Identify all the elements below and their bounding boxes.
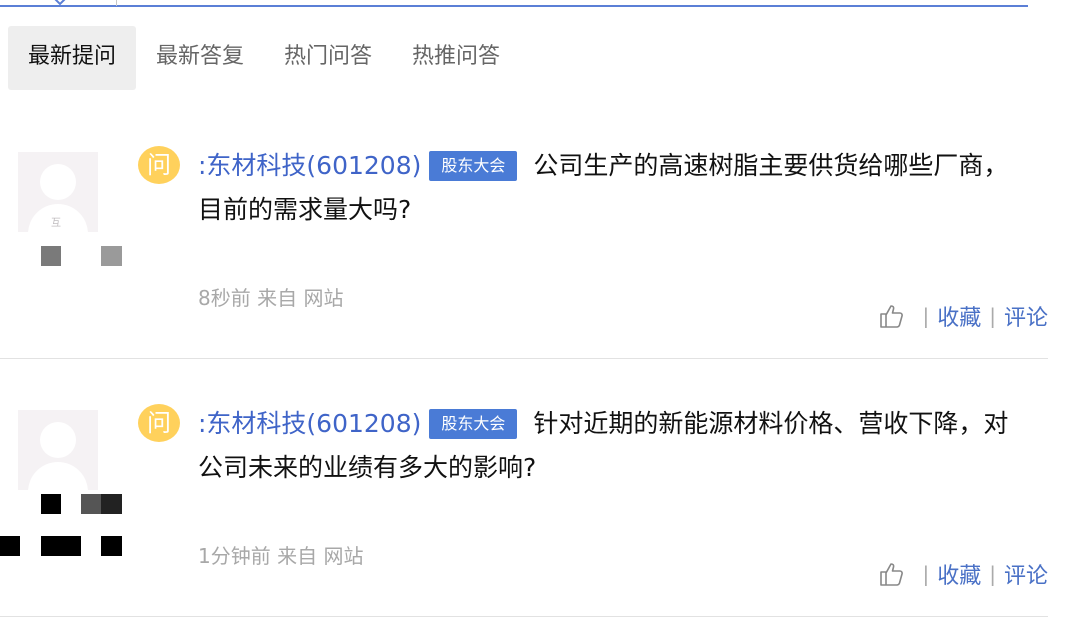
question-bubble-icon: 问 [138,404,180,442]
thumbs-up-icon[interactable] [878,303,904,329]
action-separator: | [922,304,930,328]
question-item: 互 问 :东材科技(601208) 股东大会 公司生产的高速树脂主要供货给哪些厂商，… [0,100,1048,359]
pixelated-username [101,536,122,556]
tab-latest-questions[interactable]: 最新提问 [8,26,137,90]
post-time: 8秒前 [198,286,251,310]
dropdown-caret-icon [54,0,66,6]
top-tick-divider [116,0,117,6]
question-bubble-icon: 问 [138,146,180,184]
company-link[interactable]: :东材科技(601208) [198,151,421,180]
question-actions: | 收藏 | 评论 [878,300,1048,332]
user-avatar-icon[interactable]: 互 [18,152,98,232]
pixelated-username [0,536,20,556]
shareholder-meeting-tag[interactable]: 股东大会 [429,409,518,439]
question-actions: | 收藏 | 评论 [878,558,1048,590]
question-tabs: 最新提问 最新答复 热门问答 热推问答 [8,26,520,90]
pixelated-username [41,246,61,266]
tab-hot-qa[interactable]: 热门问答 [264,26,392,90]
action-separator: | [922,562,930,586]
thumbs-up-icon[interactable] [878,561,904,587]
tab-recommended-qa[interactable]: 热推问答 [392,26,520,90]
avatar-watermark: 互 [51,218,61,229]
comment-link[interactable]: 评论 [1004,300,1048,332]
pixelated-username [101,246,122,266]
pixelated-username [41,494,61,514]
comment-link[interactable]: 评论 [1004,558,1048,590]
pixelated-username [81,494,101,514]
action-separator: | [989,304,996,328]
question-item: 问 :东材科技(601208) 股东大会 针对近期的新能源材料价格、营收下降，对公司… [0,358,1048,617]
post-source: 来自 网站 [277,544,364,568]
question-content[interactable]: :东材科技(601208) 股东大会 公司生产的高速树脂主要供货给哪些厂商，目前的需… [198,144,1018,232]
post-time: 1分钟前 [198,544,271,568]
tab-latest-answers[interactable]: 最新答复 [136,26,264,90]
question-meta: 8秒前 来自 网站 [198,282,343,311]
user-avatar-icon[interactable] [18,410,98,490]
company-link[interactable]: :东材科技(601208) [198,409,421,438]
action-separator: | [989,562,996,586]
top-divider-line [0,5,1028,7]
pixelated-username [41,536,81,556]
shareholder-meeting-tag[interactable]: 股东大会 [429,151,518,181]
collect-link[interactable]: 收藏 [937,558,981,590]
question-content[interactable]: :东材科技(601208) 股东大会 针对近期的新能源材料价格、营收下降，对公司未来… [198,402,1018,490]
pixelated-username [101,494,122,514]
post-source: 来自 网站 [257,286,344,310]
collect-link[interactable]: 收藏 [937,300,981,332]
question-meta: 1分钟前 来自 网站 [198,540,363,569]
